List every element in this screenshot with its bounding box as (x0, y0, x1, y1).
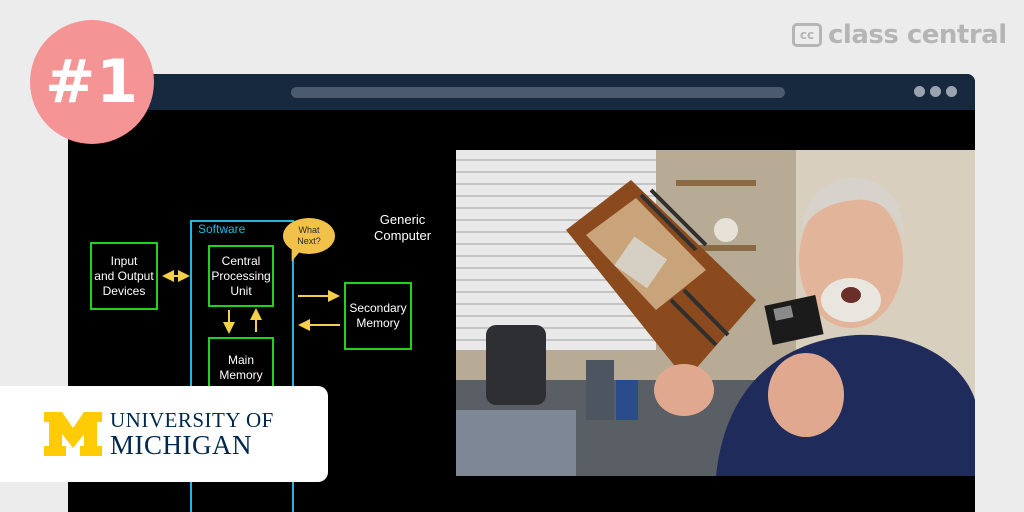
dot (930, 86, 941, 97)
video-frame-image (456, 150, 975, 476)
brand-name: class central (828, 20, 1007, 50)
university-name: UNIVERSITY OF MICHIGAN (110, 409, 274, 459)
window-menu-dots-icon[interactable] (914, 86, 957, 97)
dot (914, 86, 925, 97)
instructor-video[interactable] (456, 150, 975, 476)
university-line1: UNIVERSITY OF (110, 408, 274, 432)
michigan-block-m-logo (44, 412, 102, 456)
class-central-logo: cc class central (792, 20, 1007, 50)
cc-logo-icon: cc (792, 23, 822, 47)
address-bar[interactable] (291, 87, 785, 98)
window-title-bar (68, 74, 975, 110)
rank-badge: #1 (30, 20, 154, 144)
rank-label: #1 (44, 47, 140, 117)
university-card: UNIVERSITY OF MICHIGAN (0, 386, 328, 482)
dot (946, 86, 957, 97)
university-line2: MICHIGAN (110, 430, 252, 460)
